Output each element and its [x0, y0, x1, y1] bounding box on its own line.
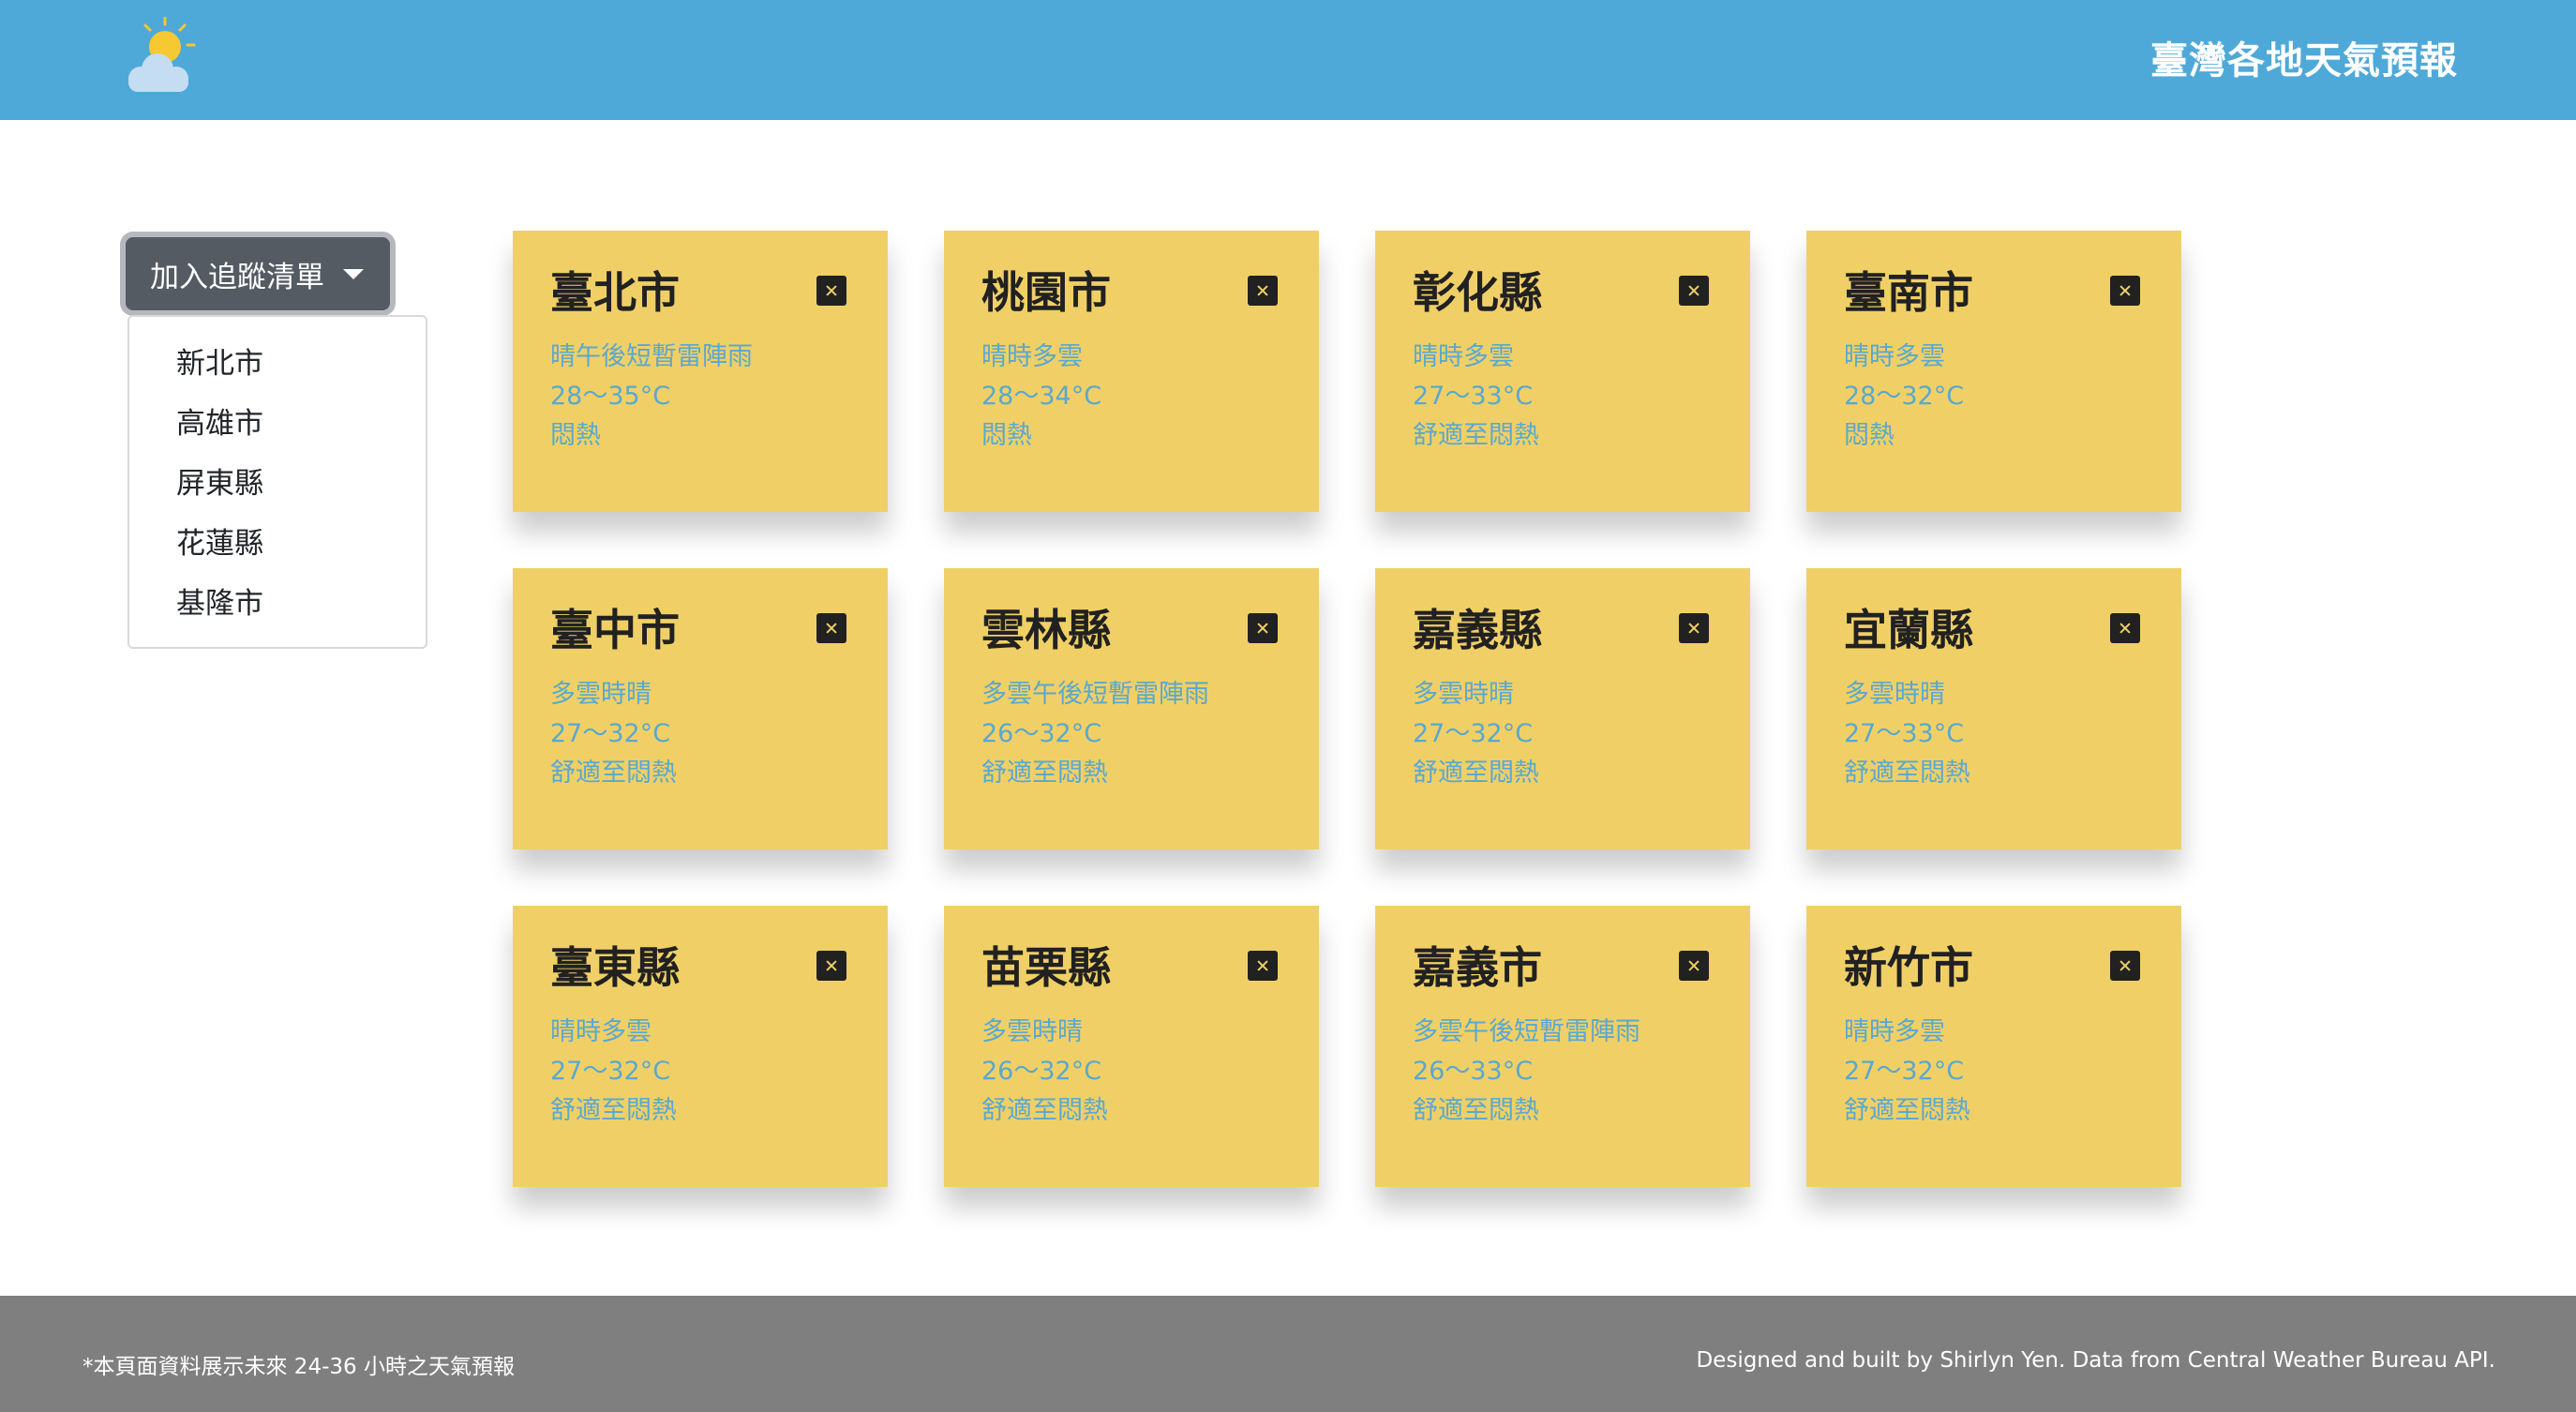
temperature-range: 27～32°C — [1413, 719, 1534, 748]
weather-description: 多雲時晴 — [1844, 680, 1945, 709]
close-icon[interactable] — [2110, 276, 2140, 306]
weather-card: 苗栗縣 多雲時晴 26～32°C 舒適至悶熱 — [944, 906, 1319, 1187]
temperature-range: 26～32°C — [981, 719, 1102, 748]
temperature-range: 27～32°C — [550, 1057, 671, 1086]
close-icon[interactable] — [816, 276, 846, 306]
header-bar: 臺灣各地天氣預報 — [0, 0, 2576, 120]
temperature-range: 27～33°C — [1413, 382, 1534, 411]
comfort-index: 悶熱 — [550, 421, 601, 450]
temperature-range: 26～33°C — [1413, 1057, 1534, 1086]
weather-card: 雲林縣 多雲午後短暫雷陣雨 26～32°C 舒適至悶熱 — [944, 568, 1319, 849]
comfort-index: 舒適至悶熱 — [1844, 759, 1970, 788]
menu-item-city[interactable]: 屏東縣 — [129, 454, 426, 514]
weather-card-grid: 臺北市 晴午後短暫雷陣雨 28～35°C 悶熱 桃園市 晴時多雲 28～34°C… — [513, 231, 2181, 1187]
weather-description: 晴時多雲 — [1413, 342, 1514, 371]
footer-credit: Designed and built by Shirlyn Yen. Data … — [1696, 1348, 2495, 1373]
comfort-index: 悶熱 — [1844, 421, 1895, 450]
weather-card: 桃園市 晴時多雲 28～34°C 悶熱 — [944, 231, 1319, 512]
weather-description: 晴時多雲 — [981, 342, 1083, 371]
weather-description: 晴時多雲 — [1844, 1017, 1945, 1046]
weather-description: 多雲午後短暫雷陣雨 — [1413, 1017, 1640, 1046]
temperature-range: 26～32°C — [981, 1057, 1102, 1086]
temperature-range: 27～32°C — [1844, 1057, 1965, 1086]
comfort-index: 悶熱 — [981, 421, 1032, 450]
weather-card: 嘉義市 多雲午後短暫雷陣雨 26～33°C 舒適至悶熱 — [1375, 906, 1750, 1187]
add-tracking-list-label: 加入追蹤清單 — [150, 260, 324, 294]
tracking-dropdown-menu: 新北市 高雄市 屏東縣 花蓮縣 基隆市 — [127, 315, 427, 649]
weather-description: 晴時多雲 — [1844, 342, 1945, 371]
add-tracking-list-button[interactable]: 加入追蹤清單 — [126, 237, 390, 310]
weather-card: 彰化縣 晴時多雲 27～33°C 舒適至悶熱 — [1375, 231, 1750, 512]
weather-card: 臺東縣 晴時多雲 27～32°C 舒適至悶熱 — [513, 906, 888, 1187]
weather-card: 新竹市 晴時多雲 27～32°C 舒適至悶熱 — [1806, 906, 2181, 1187]
temperature-range: 27～32°C — [550, 719, 671, 748]
comfort-index: 舒適至悶熱 — [981, 759, 1108, 788]
comfort-index: 舒適至悶熱 — [1413, 421, 1539, 450]
weather-description: 晴時多雲 — [550, 1017, 651, 1046]
comfort-index: 舒適至悶熱 — [550, 759, 677, 788]
comfort-index: 舒適至悶熱 — [1844, 1096, 1970, 1125]
close-icon[interactable] — [1679, 276, 1709, 306]
caret-down-icon — [343, 268, 364, 279]
close-icon[interactable] — [816, 951, 846, 981]
close-icon[interactable] — [1679, 951, 1709, 981]
menu-item-city[interactable]: 新北市 — [129, 334, 426, 394]
weather-description: 晴午後短暫雷陣雨 — [550, 342, 753, 371]
close-icon[interactable] — [2110, 951, 2140, 981]
menu-item-city[interactable]: 基隆市 — [129, 574, 426, 634]
weather-card: 嘉義縣 多雲時晴 27～32°C 舒適至悶熱 — [1375, 568, 1750, 849]
temperature-range: 28～35°C — [550, 382, 671, 411]
temperature-range: 28～32°C — [1844, 382, 1965, 411]
close-icon[interactable] — [1248, 276, 1278, 306]
close-icon[interactable] — [816, 613, 846, 643]
footer-note: *本頁面資料展示未來 24-36 小時之天氣預報 — [82, 1355, 515, 1379]
weather-card: 臺中市 多雲時晴 27～32°C 舒適至悶熱 — [513, 568, 888, 849]
close-icon[interactable] — [1248, 613, 1278, 643]
comfort-index: 舒適至悶熱 — [550, 1096, 677, 1125]
close-icon[interactable] — [2110, 613, 2140, 643]
close-icon[interactable] — [1679, 613, 1709, 643]
menu-item-city[interactable]: 高雄市 — [129, 394, 426, 454]
temperature-range: 27～33°C — [1844, 719, 1965, 748]
comfort-index: 舒適至悶熱 — [981, 1096, 1108, 1125]
comfort-index: 舒適至悶熱 — [1413, 1096, 1539, 1125]
close-icon[interactable] — [1248, 951, 1278, 981]
weather-description: 多雲時晴 — [1413, 680, 1514, 709]
sun-behind-cloud-icon — [112, 16, 206, 101]
temperature-range: 28～34°C — [981, 382, 1102, 411]
weather-card: 臺南市 晴時多雲 28～32°C 悶熱 — [1806, 231, 2181, 512]
comfort-index: 舒適至悶熱 — [1413, 759, 1539, 788]
weather-description: 多雲時晴 — [981, 1017, 1083, 1046]
weather-card: 宜蘭縣 多雲時晴 27～33°C 舒適至悶熱 — [1806, 568, 2181, 849]
weather-description: 多雲時晴 — [550, 680, 651, 709]
weather-card: 臺北市 晴午後短暫雷陣雨 28～35°C 悶熱 — [513, 231, 888, 512]
footer-bar: *本頁面資料展示未來 24-36 小時之天氣預報 Designed and bu… — [0, 1296, 2576, 1412]
menu-item-city[interactable]: 花蓮縣 — [129, 514, 426, 574]
site-title: 臺灣各地天氣預報 — [2150, 39, 2458, 83]
weather-description: 多雲午後短暫雷陣雨 — [981, 680, 1209, 709]
